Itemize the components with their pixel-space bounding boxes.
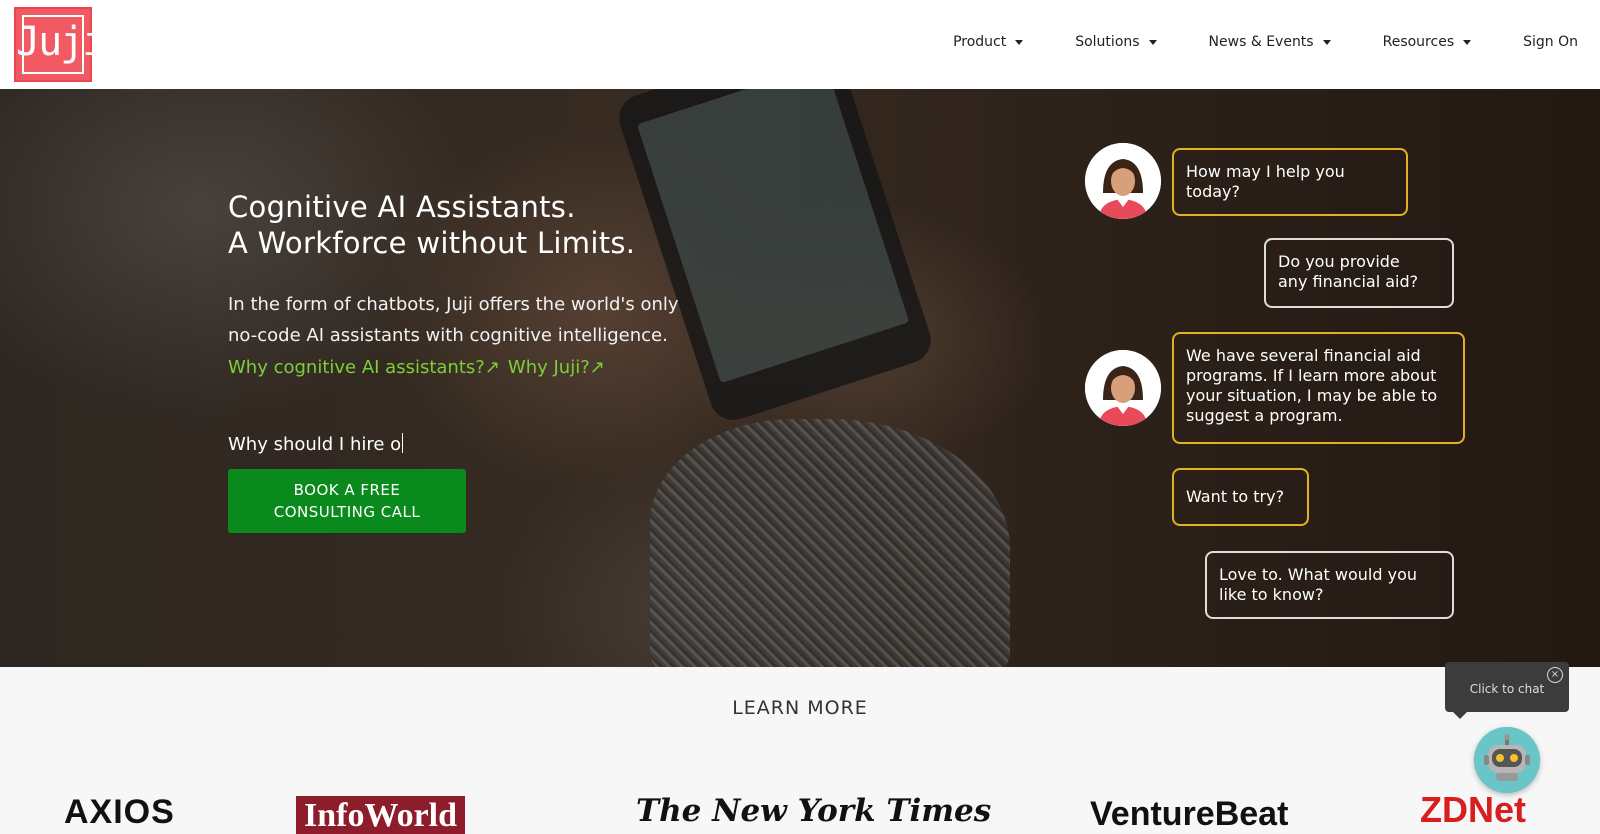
nav-label: News & Events <box>1208 34 1314 50</box>
caret-down-icon <box>1148 40 1157 45</box>
nav-label: Sign On <box>1523 34 1578 50</box>
nav-item-product[interactable]: Product <box>953 34 1024 50</box>
chat-text: programs. If I learn more about <box>1186 366 1437 385</box>
bot-avatar-icon <box>1085 350 1161 426</box>
caret-down-icon <box>1015 40 1024 45</box>
hero-subtitle-line1: In the form of chatbots, Juji offers the… <box>228 294 679 315</box>
juji-logo[interactable]: Juji <box>14 7 106 82</box>
learn-more-title: LEARN MORE <box>732 697 868 719</box>
hero-subtitle-line2: no-code AI assistants with cognitive int… <box>228 325 668 346</box>
typing-text-value: Why should I hire o <box>228 434 402 455</box>
chat-tooltip[interactable]: Click to chat × <box>1445 662 1569 719</box>
nav-item-solutions[interactable]: Solutions <box>1075 34 1157 50</box>
typing-text: Why should I hire o <box>228 433 404 455</box>
chat-bubble-bot: How may I help you today? <box>1172 148 1408 216</box>
chat-bubble-user: Do you provide any financial aid? <box>1264 238 1454 308</box>
hero-title-line2: A Workforce without Limits. <box>228 226 636 260</box>
caret-down-icon <box>1322 40 1331 45</box>
cta-line2: CONSULTING CALL <box>273 503 421 521</box>
zdnet-logo[interactable]: ZDNet <box>1420 789 1526 831</box>
hero-title-line1: Cognitive AI Assistants. <box>228 190 576 224</box>
chat-bubble-bot: Want to try? <box>1172 468 1309 526</box>
why-cognitive-link[interactable]: Why cognitive AI assistants?↗ <box>228 357 500 378</box>
robot-icon <box>1474 727 1540 793</box>
chat-text: Love to. What would you <box>1219 565 1417 584</box>
close-icon[interactable]: × <box>1547 667 1563 683</box>
venturebeat-logo[interactable]: VentureBeat <box>1090 795 1288 834</box>
chat-tooltip-text: Click to chat <box>1469 682 1545 696</box>
axios-logo[interactable]: AXIOS <box>64 793 175 832</box>
hero-subtitle: In the form of chatbots, Juji offers the… <box>228 289 728 351</box>
new-york-times-logo[interactable]: The New York Times <box>636 793 991 829</box>
nav-label: Resources <box>1382 34 1455 50</box>
chat-bubble-bot: We have several financial aid programs. … <box>1172 332 1465 444</box>
why-juji-link[interactable]: Why Juji?↗ <box>508 357 605 378</box>
hero-title: Cognitive AI Assistants. A Workforce wit… <box>228 189 635 261</box>
bot-avatar-icon <box>1085 143 1161 219</box>
hero-section: Cognitive AI Assistants. A Workforce wit… <box>0 89 1600 667</box>
chat-text: We have several financial aid <box>1186 346 1421 365</box>
book-consulting-call-button[interactable]: BOOK A FREE CONSULTING CALL <box>228 469 466 533</box>
text-cursor <box>402 433 404 453</box>
nav-item-news-events[interactable]: News & Events <box>1209 34 1331 50</box>
nav-item-resources[interactable]: Resources <box>1383 34 1472 50</box>
chat-text: like to know? <box>1219 585 1324 604</box>
chat-text: Want to try? <box>1186 487 1285 506</box>
nav-label: Solutions <box>1075 34 1140 50</box>
chat-text: How may I help you <box>1186 162 1345 181</box>
learn-more-section: LEARN MORE AXIOS InfoWorld The New York … <box>0 667 1600 834</box>
press-logos: AXIOS InfoWorld The New York Times Ventu… <box>0 785 1600 834</box>
chat-launcher-button[interactable] <box>1474 727 1540 793</box>
chat-bubble-user: Love to. What would you like to know? <box>1205 551 1454 619</box>
chat-text: suggest a program. <box>1186 406 1343 425</box>
chat-text: today? <box>1186 182 1240 201</box>
infoworld-logo[interactable]: InfoWorld <box>296 796 466 834</box>
chat-text: Do you provide <box>1278 252 1400 271</box>
site-header: Juji Product Solutions News & Events Res… <box>0 0 1600 89</box>
cta-line1: BOOK A FREE <box>293 481 401 499</box>
caret-down-icon <box>1463 40 1472 45</box>
chat-text: your situation, I may be able to <box>1186 386 1438 405</box>
logo-text: Juji <box>16 19 106 65</box>
main-nav: Product Solutions News & Events Resource… <box>901 34 1578 50</box>
nav-label: Product <box>953 34 1007 50</box>
nav-item-sign-on[interactable]: Sign On <box>1523 34 1578 50</box>
chat-text: any financial aid? <box>1278 272 1419 291</box>
hero-links: Why cognitive AI assistants?↗ Why Juji?↗ <box>228 357 613 378</box>
